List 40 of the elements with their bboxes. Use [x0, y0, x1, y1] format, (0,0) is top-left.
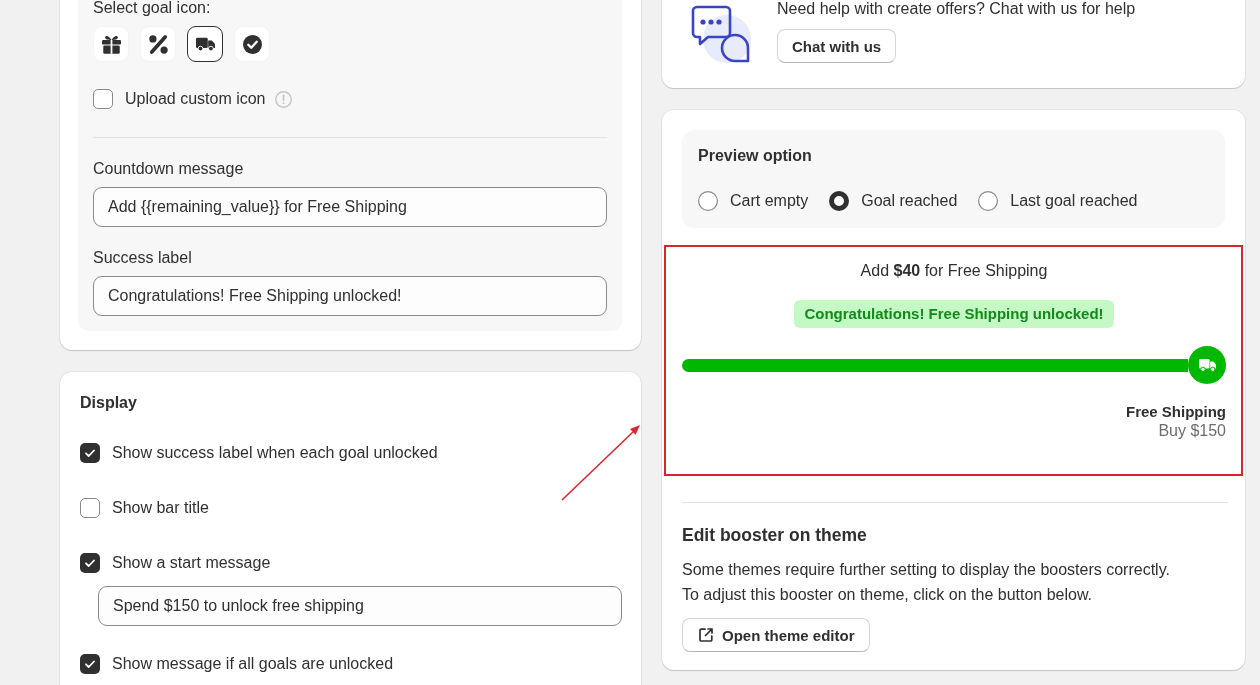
radio-label: Cart empty	[730, 192, 809, 210]
gift-icon	[101, 34, 121, 54]
description-text: Some themes require further setting to display the boosters correctly. To adjust this booster on theme, click on the button below.	[682, 560, 1170, 605]
checkbox-label: Upload custom icon	[125, 89, 266, 109]
radio-button[interactable]	[698, 191, 718, 211]
field-label: Select goal icon:	[93, 0, 211, 16]
checkbox-label: Show message if all goals are unlocked	[112, 654, 394, 674]
section-title: Preview option	[698, 146, 813, 166]
checkbox-label: Show a start message	[112, 553, 271, 573]
text-input[interactable]: Congratulations! Free Shipping unlocked!	[93, 276, 607, 316]
chat-bubbles-icon	[690, 4, 752, 64]
radio-label: Goal reached	[861, 192, 958, 210]
goal-truck-icon	[1188, 346, 1226, 384]
success-badge: Congratulations! Free Shipping unlocked!	[794, 300, 1114, 328]
text-input[interactable]: Spend $150 to unlock free shipping	[98, 586, 622, 626]
percent-icon	[148, 34, 168, 54]
radio-button[interactable]	[829, 191, 850, 211]
checkbox-label: Show success label when each goal unlocked	[112, 443, 438, 463]
text-input[interactable]: Add {{remaining_value}} for Free Shipping	[93, 187, 607, 227]
goal-subtitle: Buy $150	[1158, 421, 1226, 441]
chat-button[interactable]: Chat with us	[777, 29, 897, 63]
checkbox[interactable]	[80, 654, 100, 674]
section-title: Display	[80, 393, 138, 413]
checkbox-label: Show bar title	[112, 498, 209, 518]
field-label: Countdown message	[93, 159, 244, 179]
field-label: Success label	[93, 248, 192, 268]
open-theme-editor-button[interactable]: Open theme editor	[682, 618, 870, 652]
checkbox[interactable]	[80, 443, 100, 463]
checkbox[interactable]	[93, 89, 113, 109]
goal-title: Free Shipping	[1126, 403, 1226, 421]
checkbox[interactable]	[80, 553, 100, 573]
countdown-message: Add $40 for Free Shipping	[859, 261, 1049, 281]
external-link-icon	[697, 626, 715, 644]
section-title: Edit booster on theme	[682, 524, 867, 546]
check-circle-icon	[242, 34, 262, 54]
checkbox[interactable]	[80, 498, 100, 518]
help-text: Need help with create offers? Chat with us for help	[777, 0, 1136, 17]
radio-button[interactable]	[978, 191, 999, 211]
goal-icon-option[interactable]	[187, 26, 223, 62]
radio-label: Last goal reached	[1010, 192, 1138, 210]
